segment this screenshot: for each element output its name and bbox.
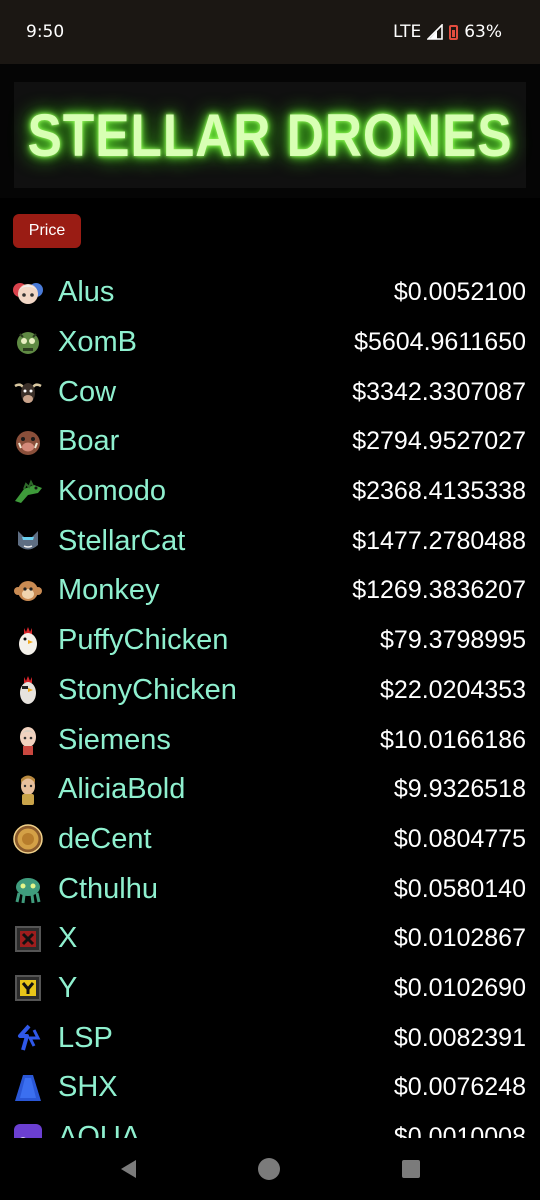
token-row-decent[interactable]: deCent $0.0804775	[0, 815, 540, 865]
token-price: $0.0102690	[393, 973, 526, 1002]
boar-icon	[12, 426, 44, 458]
token-row-xomb[interactable]: XomB $5604.9611650	[0, 318, 540, 368]
token-name: Komodo	[58, 475, 167, 508]
token-row-lsp[interactable]: LSP $0.0082391	[0, 1013, 540, 1063]
token-name: PuffyChicken	[58, 624, 229, 657]
token-name: Alus	[58, 276, 115, 309]
token-list: Alus $0.0052100 XomB $5604.9611650 Cow $…	[0, 268, 540, 1138]
token-row-stonychicken[interactable]: StonyChicken $22.0204353	[0, 666, 540, 716]
token-row-boar[interactable]: Boar $2794.9527027	[0, 417, 540, 467]
recents-icon[interactable]	[398, 1156, 424, 1182]
navigation-bar	[0, 1138, 540, 1200]
token-name: AQUA	[58, 1121, 141, 1138]
title-panel: STELLAR DRONES	[14, 82, 526, 188]
cat-icon	[12, 525, 44, 557]
token-name: Boar	[58, 425, 120, 458]
token-price: $3342.3307087	[352, 377, 526, 406]
token-name: Siemens	[58, 723, 171, 756]
token-price: $10.0166186	[380, 725, 526, 754]
token-name: SHX	[58, 1071, 118, 1104]
token-row-shx[interactable]: SHX $0.0076248	[0, 1063, 540, 1113]
token-price: $0.0052100	[393, 278, 526, 307]
monkey-icon	[12, 575, 44, 607]
alicia-icon	[12, 774, 44, 806]
cow-icon	[12, 376, 44, 408]
token-row-cthulhu[interactable]: Cthulhu $0.0580140	[0, 864, 540, 914]
battery-icon	[449, 24, 459, 40]
token-price: $79.3798995	[380, 626, 526, 655]
token-name: AliciaBold	[58, 773, 186, 806]
network-type: LTE	[392, 22, 422, 42]
cthulhu-icon	[12, 873, 44, 905]
token-price: $1269.3836207	[352, 576, 526, 605]
token-row-aliciabold[interactable]: AliciaBold $9.9326518	[0, 765, 540, 815]
aqua-icon	[12, 1122, 44, 1138]
anime-girl-icon	[12, 277, 44, 309]
back-icon[interactable]	[116, 1156, 142, 1182]
token-row-stellarcat[interactable]: StellarCat $1477.2780488	[0, 516, 540, 566]
token-row-siemens[interactable]: Siemens $10.0166186	[0, 715, 540, 765]
token-row-komodo[interactable]: Komodo $2368.4135338	[0, 467, 540, 517]
stony-chicken-icon	[12, 674, 44, 706]
app-title: STELLAR DRONES	[27, 101, 513, 169]
status-time: 9:50	[26, 22, 65, 42]
token-price: $2368.4135338	[352, 477, 526, 506]
x-token-icon	[12, 923, 44, 955]
app-header: STELLAR DRONES	[0, 64, 540, 198]
token-name: XomB	[58, 326, 137, 359]
token-name: Y	[58, 971, 78, 1004]
token-price: $1477.2780488	[352, 526, 526, 555]
token-name: Monkey	[58, 574, 160, 607]
lsp-icon	[12, 1022, 44, 1054]
battery-level: 63%	[464, 22, 502, 42]
token-name: StonyChicken	[58, 673, 237, 706]
home-icon[interactable]	[256, 1156, 282, 1182]
siemens-icon	[12, 724, 44, 756]
token-price: $22.0204353	[380, 675, 526, 704]
token-row-aqua[interactable]: AQUA $0.0010008	[0, 1113, 540, 1138]
token-name: Cow	[58, 375, 117, 408]
token-name: X	[58, 922, 78, 955]
token-price: $0.0580140	[393, 874, 526, 903]
status-indicators: LTE 63%	[393, 22, 502, 42]
komodo-icon	[12, 476, 44, 508]
token-name: StellarCat	[58, 524, 186, 557]
token-row-x[interactable]: X $0.0102867	[0, 914, 540, 964]
shx-icon	[12, 1072, 44, 1104]
token-price: $0.0082391	[393, 1023, 526, 1052]
token-row-y[interactable]: Y $0.0102690	[0, 964, 540, 1014]
y-token-icon	[12, 972, 44, 1004]
token-row-alus[interactable]: Alus $0.0052100	[0, 268, 540, 318]
token-price: $0.0804775	[393, 824, 526, 853]
token-price: $2794.9527027	[352, 427, 526, 456]
token-row-puffychicken[interactable]: PuffyChicken $79.3798995	[0, 616, 540, 666]
token-price: $0.0010008	[393, 1123, 526, 1138]
token-price: $5604.9611650	[354, 328, 526, 357]
token-name: LSP	[58, 1021, 113, 1054]
token-row-cow[interactable]: Cow $3342.3307087	[0, 367, 540, 417]
token-row-monkey[interactable]: Monkey $1269.3836207	[0, 566, 540, 616]
puffy-chicken-icon	[12, 625, 44, 657]
token-price: $0.0102867	[393, 924, 526, 953]
coin-icon	[12, 823, 44, 855]
price-sort-button[interactable]: Price	[13, 214, 81, 248]
token-price: $9.9326518	[393, 775, 526, 804]
token-name: Cthulhu	[58, 872, 158, 905]
status-bar: 9:50 LTE 63%	[0, 0, 540, 64]
zombie-icon	[12, 327, 44, 359]
token-name: deCent	[58, 822, 152, 855]
signal-icon	[427, 24, 444, 40]
token-price: $0.0076248	[393, 1073, 526, 1102]
